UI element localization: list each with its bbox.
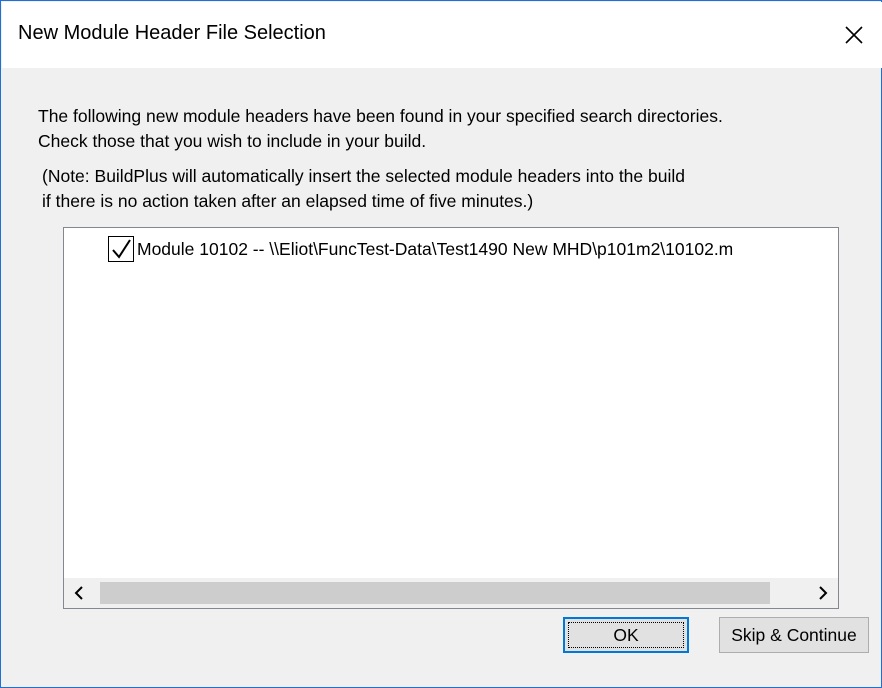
dialog-window: New Module Header File Selection The fol… xyxy=(0,0,882,688)
skip-continue-button-label: Skip & Continue xyxy=(731,624,857,645)
scroll-left-button[interactable] xyxy=(64,578,94,608)
chevron-left-icon xyxy=(74,586,83,600)
window-title: New Module Header File Selection xyxy=(18,22,326,44)
title-bar: New Module Header File Selection xyxy=(2,2,882,68)
list-item[interactable]: Module 10102 -- \\Eliot\FuncTest-Data\Te… xyxy=(108,236,733,262)
close-icon xyxy=(845,26,863,44)
horizontal-scrollbar[interactable] xyxy=(64,578,838,608)
close-button[interactable] xyxy=(826,2,882,68)
scrollbar-thumb[interactable] xyxy=(100,582,770,604)
message-line-2: Check those that you wish to include in … xyxy=(38,131,427,151)
scroll-right-button[interactable] xyxy=(808,578,838,608)
skip-continue-button[interactable]: Skip & Continue xyxy=(719,617,869,653)
ok-button[interactable]: OK xyxy=(563,617,689,653)
list-item-label: Module 10102 -- \\Eliot\FuncTest-Data\Te… xyxy=(137,238,734,259)
note-line-1: (Note: BuildPlus will automatically inse… xyxy=(42,166,685,186)
module-checkbox[interactable] xyxy=(108,236,134,262)
message-line-1: The following new module headers have be… xyxy=(38,106,723,126)
note-line-2: if there is no action taken after an ela… xyxy=(42,191,534,211)
focus-rectangle xyxy=(568,622,684,648)
module-header-list[interactable]: Module 10102 -- \\Eliot\FuncTest-Data\Te… xyxy=(63,227,839,609)
chevron-right-icon xyxy=(819,586,828,600)
checkmark-icon xyxy=(112,239,131,259)
